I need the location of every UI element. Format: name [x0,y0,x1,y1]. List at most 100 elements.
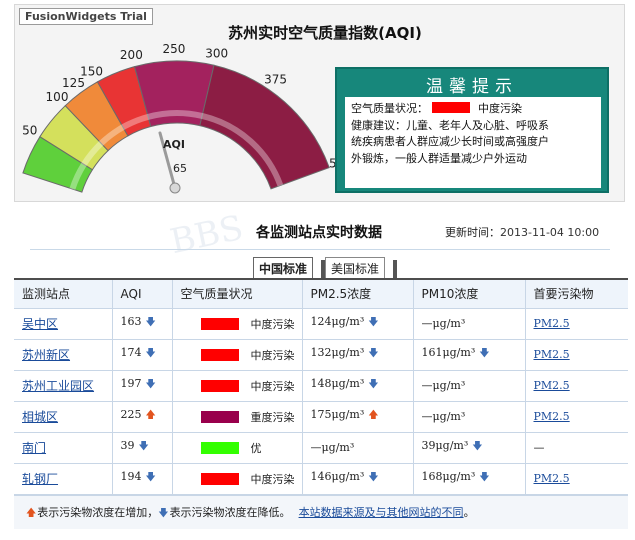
cell-pm25: 175μg/m³ 🡅 [302,401,414,433]
arrow-down-icon: 🡇 [368,472,379,483]
cell-aqi: 194 🡇 [112,463,173,495]
aqi-value: 194 [120,470,142,483]
level-color-swatch [200,410,239,423]
arrow-up-icon: 🡅 [26,508,37,519]
cell-level: 中度污染 [172,308,303,340]
arrow-down-icon: 🡇 [145,317,156,328]
level-text: 优 [250,441,262,455]
site-link[interactable]: 南门 [22,441,46,455]
level-color-swatch [200,472,239,485]
site-link[interactable]: 相城区 [22,410,58,424]
table-row: 南门 39 🡇 优 —μg/m³ 39μg/m³ 🡇 — [14,432,628,464]
pm25-value: 146μg/m³ [310,470,365,483]
gauge-pointer-label: AQI [163,138,185,151]
cell-primary: — [525,432,628,464]
gauge-pivot [169,182,181,194]
cell-pm25: 124μg/m³ 🡇 [302,308,414,340]
site-link[interactable]: 吴中区 [22,317,58,331]
cell-primary: PM2.5 [525,463,628,495]
cell-pm10: 39μg/m³ 🡇 [413,432,526,464]
tips-box: 温馨提示 空气质量状况： 中度污染 健康建议：儿童、老年人及心脏、呼吸系 统疾病患… [335,67,609,193]
tab-china-standard[interactable]: 中国标准 [253,257,314,278]
arrow-down-icon: 🡇 [145,348,156,359]
cell-pm10: —μg/m³ [413,401,526,433]
tips-status-text: 中度污染 [478,102,522,115]
tips-content: 空气质量状况： 中度污染 健康建议：儿童、老年人及心脏、呼吸系 统疾病患者人群应减… [345,97,601,188]
cell-aqi: 39 🡇 [112,432,173,464]
site-link[interactable]: 苏州工业园区 [22,379,94,393]
aqi-value: 39 [120,439,135,452]
tab-us-standard[interactable]: 美国标准 [325,257,386,278]
level-color-swatch [200,441,239,454]
cell-aqi: 174 🡇 [112,339,173,371]
cell-site: 苏州新区 [14,339,113,371]
aqi-value: 197 [120,377,142,390]
gauge-tick-label: 300 [205,47,228,61]
pm10-value: —μg/m³ [421,317,466,330]
update-time-label: 更新时间： [445,226,500,239]
level-color-swatch [200,317,239,330]
primary-pollutant-link[interactable]: PM2.5 [534,317,570,330]
cell-level: 重度污染 [172,401,303,433]
cell-pm25: 146μg/m³ 🡇 [302,463,414,495]
footnote-up-text: 表示污染物浓度在增加， [37,506,159,519]
arrow-down-icon: 🡇 [368,317,379,328]
cell-aqi: 225 🡅 [112,401,173,433]
arrow-down-icon: 🡇 [472,441,483,452]
cell-level: 中度污染 [172,463,303,495]
pm25-value: 124μg/m³ [310,315,365,328]
primary-pollutant-link[interactable]: PM2.5 [534,348,570,361]
primary-pollutant-link[interactable]: PM2.5 [534,472,570,485]
arrow-down-icon: 🡇 [145,472,156,483]
gauge-panel: FusionWidgets Trial 苏州实时空气质量指数(AQI) 0501… [14,4,625,202]
site-link[interactable]: 苏州新区 [22,348,70,362]
gauge-value-label: 65 [173,162,187,175]
cell-level: 优 [172,432,303,464]
data-source-link[interactable]: 本站数据来源及与其他网站的不同 [299,506,464,519]
section-title: 各监测站点实时数据 [256,225,382,241]
header-primary: 首要污染物 [525,280,628,309]
aqi-value: 163 [120,315,142,328]
status-color-swatch [432,102,470,113]
table-row: 苏州工业园区 197 🡇 中度污染 148μg/m³ 🡇 —μg/m³ PM2.5 [14,370,628,402]
header-pm10: PM10浓度 [413,280,526,309]
tab-shadow [321,260,325,278]
pm10-value: —μg/m³ [421,410,466,423]
gauge-tick-label: 375 [264,73,287,87]
footnote-down-text: 表示污染物浓度在降低。 [169,506,291,519]
cell-pm25: —μg/m³ [302,432,414,464]
level-text: 重度污染 [250,410,295,424]
gauge-tick-label: 200 [120,48,143,62]
header-aqi: AQI [112,280,173,309]
pm10-value: 39μg/m³ [421,439,469,452]
pm25-value: 132μg/m³ [310,346,365,359]
level-text: 中度污染 [250,317,295,331]
cell-pm10: 168μg/m³ 🡇 [413,463,526,495]
arrow-down-icon: 🡇 [479,348,490,359]
level-text: 中度污染 [250,348,295,362]
site-link[interactable]: 轧钢厂 [22,472,58,486]
gauge-tick-label: 250 [163,42,186,56]
level-color-swatch [200,379,239,392]
table-row: 轧钢厂 194 🡇 中度污染 146μg/m³ 🡇 168μg/m³ 🡇 PM2.5 [14,463,628,495]
table-row: 苏州新区 174 🡇 中度污染 132μg/m³ 🡇 161μg/m³ 🡇 PM2.5 [14,339,628,371]
primary-pollutant-link[interactable]: PM2.5 [534,379,570,392]
aqi-value: 174 [120,346,142,359]
arrow-down-icon: 🡇 [368,379,379,390]
cell-level: 中度污染 [172,339,303,371]
gauge-tick-label: 50 [22,123,37,137]
footnote-end: 。 [463,506,475,519]
arrow-down-icon: 🡇 [158,508,169,519]
pm25-value: 175μg/m³ [310,408,365,421]
tab-shadow [393,260,397,278]
arrow-up-icon: 🡅 [145,410,156,421]
cell-pm10: —μg/m³ [413,308,526,340]
tips-title: 温馨提示 [426,77,518,97]
tips-advice-line: 统疾病患者人群应减少长时间或高强度户 [351,135,549,148]
cell-site: 吴中区 [14,308,113,340]
gauge-tick-label: 150 [80,64,103,78]
header-site: 监测站点 [14,280,113,309]
arrow-down-icon: 🡇 [145,379,156,390]
cell-pm25: 132μg/m³ 🡇 [302,339,414,371]
primary-pollutant-link[interactable]: PM2.5 [534,410,570,423]
